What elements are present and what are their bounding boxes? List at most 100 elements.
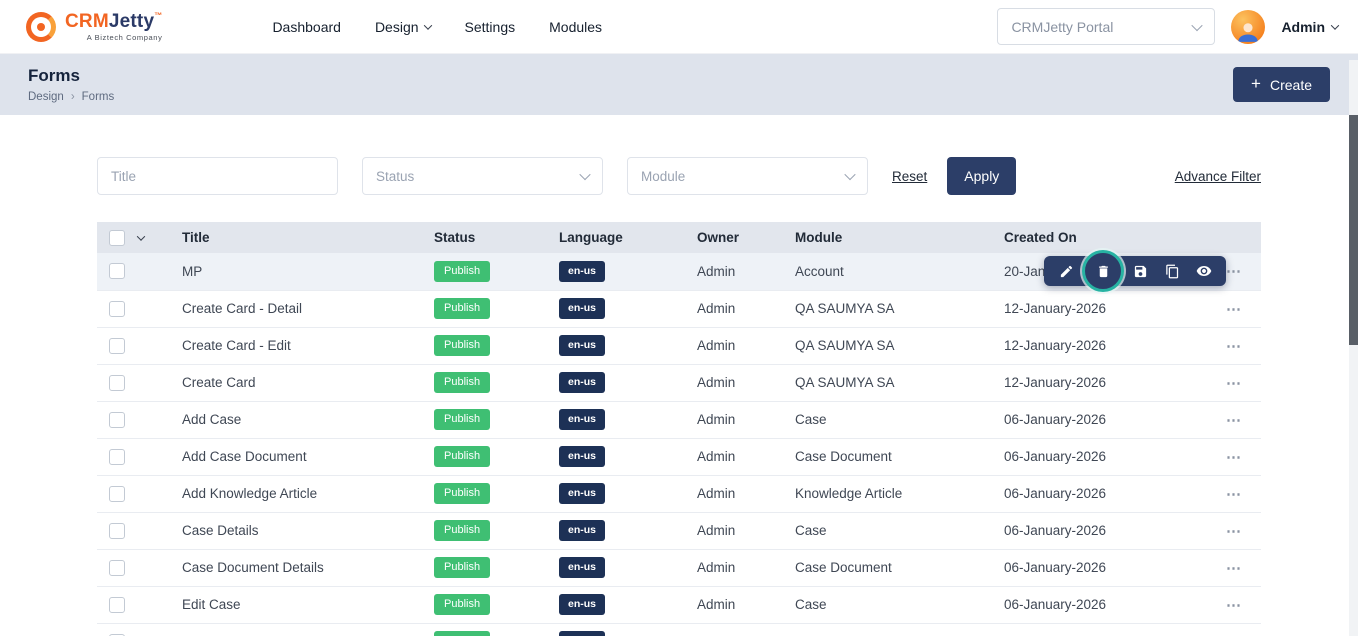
reset-link[interactable]: Reset [892, 169, 927, 184]
row-checkbox[interactable] [109, 486, 125, 502]
table-row[interactable]: Edit CasePublishen-usAdminCase06-January… [97, 586, 1261, 623]
breadcrumb-design[interactable]: Design [28, 91, 64, 103]
table-row[interactable]: Create Card - EditPublishen-usAdminQA SA… [97, 327, 1261, 364]
chevron-down-icon[interactable] [137, 232, 145, 240]
avatar[interactable] [1231, 10, 1265, 44]
nav-item-modules[interactable]: Modules [549, 19, 602, 35]
language-cell: en-us [559, 364, 697, 401]
row-checkbox[interactable] [109, 597, 125, 613]
actions-cell: ⋯ [1184, 549, 1261, 586]
nav-item-design[interactable]: Design [375, 19, 431, 35]
apply-button[interactable]: Apply [947, 157, 1016, 195]
crmjetty-logo[interactable]: CRMJetty™ A Biztech Company [26, 12, 162, 42]
column-header-module: Module [795, 222, 1004, 253]
table-row[interactable]: Publishen-us⋯ [97, 623, 1261, 636]
row-menu-button[interactable]: ⋯ [1226, 560, 1243, 577]
actions-cell: ⋯ [1184, 327, 1261, 364]
row-menu-button[interactable]: ⋯ [1226, 486, 1243, 503]
actions-cell: ⋯ [1184, 438, 1261, 475]
row-menu-button[interactable]: ⋯ [1226, 375, 1243, 392]
row-action-bar [1044, 256, 1226, 286]
page-title: Forms [28, 66, 114, 86]
form-title-cell[interactable]: Edit Case [182, 586, 434, 623]
table-body: MPPublishen-usAdminAccount20-January-202… [97, 253, 1261, 636]
status-badge: Publish [434, 446, 490, 467]
portal-select-value: CRMJetty Portal [1011, 19, 1113, 35]
form-title-cell[interactable]: MP [182, 253, 434, 290]
language-badge: en-us [559, 446, 605, 467]
table-row[interactable]: Case Document DetailsPublishen-usAdminCa… [97, 549, 1261, 586]
create-button[interactable]: + Create [1233, 67, 1330, 102]
module-cell: QA SAUMYA SA [795, 327, 1004, 364]
module-cell: Account [795, 253, 1004, 290]
table-row[interactable]: Add Case DocumentPublishen-usAdminCase D… [97, 438, 1261, 475]
trademark-symbol: ™ [154, 11, 162, 20]
row-menu-button[interactable]: ⋯ [1226, 523, 1243, 540]
row-checkbox[interactable] [109, 301, 125, 317]
table-row[interactable]: Case DetailsPublishen-usAdminCase06-Janu… [97, 512, 1261, 549]
preview-eye-icon[interactable] [1192, 259, 1216, 283]
row-menu-button[interactable]: ⋯ [1226, 412, 1243, 429]
row-checkbox[interactable] [109, 412, 125, 428]
nav-item-label: Dashboard [272, 19, 341, 35]
user-menu[interactable]: Admin [1281, 19, 1338, 35]
row-menu-button[interactable]: ⋯ [1226, 597, 1243, 614]
table-row[interactable]: Create CardPublishen-usAdminQA SAUMYA SA… [97, 364, 1261, 401]
row-menu-button[interactable]: ⋯ [1226, 449, 1243, 466]
status-cell: Publish [434, 549, 559, 586]
save-icon[interactable] [1128, 259, 1152, 283]
module-cell: QA SAUMYA SA [795, 290, 1004, 327]
table-row[interactable]: Create Card - DetailPublishen-usAdminQA … [97, 290, 1261, 327]
nav-item-label: Modules [549, 19, 602, 35]
row-checkbox[interactable] [109, 338, 125, 354]
row-checkbox[interactable] [109, 560, 125, 576]
title-filter-input[interactable] [97, 157, 338, 195]
table-row[interactable]: Add CasePublishen-usAdminCase06-January-… [97, 401, 1261, 438]
user-name: Admin [1281, 19, 1325, 35]
form-title-cell[interactable]: Add Knowledge Article [182, 475, 434, 512]
form-title-cell[interactable]: Create Card - Edit [182, 327, 434, 364]
nav-item-settings[interactable]: Settings [465, 19, 516, 35]
column-header-created-on: Created On [1004, 222, 1184, 253]
create-button-label: Create [1270, 77, 1312, 93]
module-cell: Case [795, 401, 1004, 438]
table-row[interactable]: Add Knowledge ArticlePublishen-usAdminKn… [97, 475, 1261, 512]
form-title-cell[interactable]: Add Case Document [182, 438, 434, 475]
row-checkbox[interactable] [109, 523, 125, 539]
row-checkbox[interactable] [109, 449, 125, 465]
form-title-cell[interactable]: Case Document Details [182, 549, 434, 586]
form-title-cell[interactable]: Add Case [182, 401, 434, 438]
nav-item-dashboard[interactable]: Dashboard [272, 19, 341, 35]
module-filter-select[interactable]: Module [627, 157, 868, 195]
advance-filter-link[interactable]: Advance Filter [1175, 169, 1261, 184]
select-all-checkbox[interactable] [109, 230, 125, 246]
actions-cell: ⋯ [1184, 401, 1261, 438]
language-badge: en-us [559, 298, 605, 319]
form-title-cell[interactable]: Create Card [182, 364, 434, 401]
form-title-cell[interactable]: Create Card - Detail [182, 290, 434, 327]
status-cell: Publish [434, 290, 559, 327]
edit-icon[interactable] [1054, 259, 1078, 283]
form-title-cell[interactable] [182, 623, 434, 636]
row-checkbox[interactable] [109, 263, 125, 279]
delete-icon[interactable] [1082, 250, 1124, 292]
actions-cell: ⋯ [1184, 364, 1261, 401]
module-cell: Case Document [795, 549, 1004, 586]
row-menu-button[interactable]: ⋯ [1226, 338, 1243, 355]
row-checkbox[interactable] [109, 375, 125, 391]
status-filter-select[interactable]: Status [362, 157, 603, 195]
owner-cell: Admin [697, 475, 795, 512]
portal-select[interactable]: CRMJetty Portal [997, 8, 1215, 45]
breadcrumb-separator: › [71, 91, 75, 103]
copy-icon[interactable] [1160, 259, 1184, 283]
status-badge: Publish [434, 520, 490, 541]
column-header-owner: Owner [697, 222, 795, 253]
table-row[interactable]: MPPublishen-usAdminAccount20-January-202… [97, 253, 1261, 290]
chevron-down-icon [844, 169, 855, 180]
scrollbar[interactable] [1349, 60, 1358, 636]
form-title-cell[interactable]: Case Details [182, 512, 434, 549]
row-menu-button[interactable]: ⋯ [1226, 301, 1243, 318]
row-menu-button[interactable]: ⋯ [1226, 263, 1243, 280]
scrollbar-thumb[interactable] [1349, 115, 1358, 345]
main-nav: Dashboard Design Settings Modules [272, 19, 636, 35]
